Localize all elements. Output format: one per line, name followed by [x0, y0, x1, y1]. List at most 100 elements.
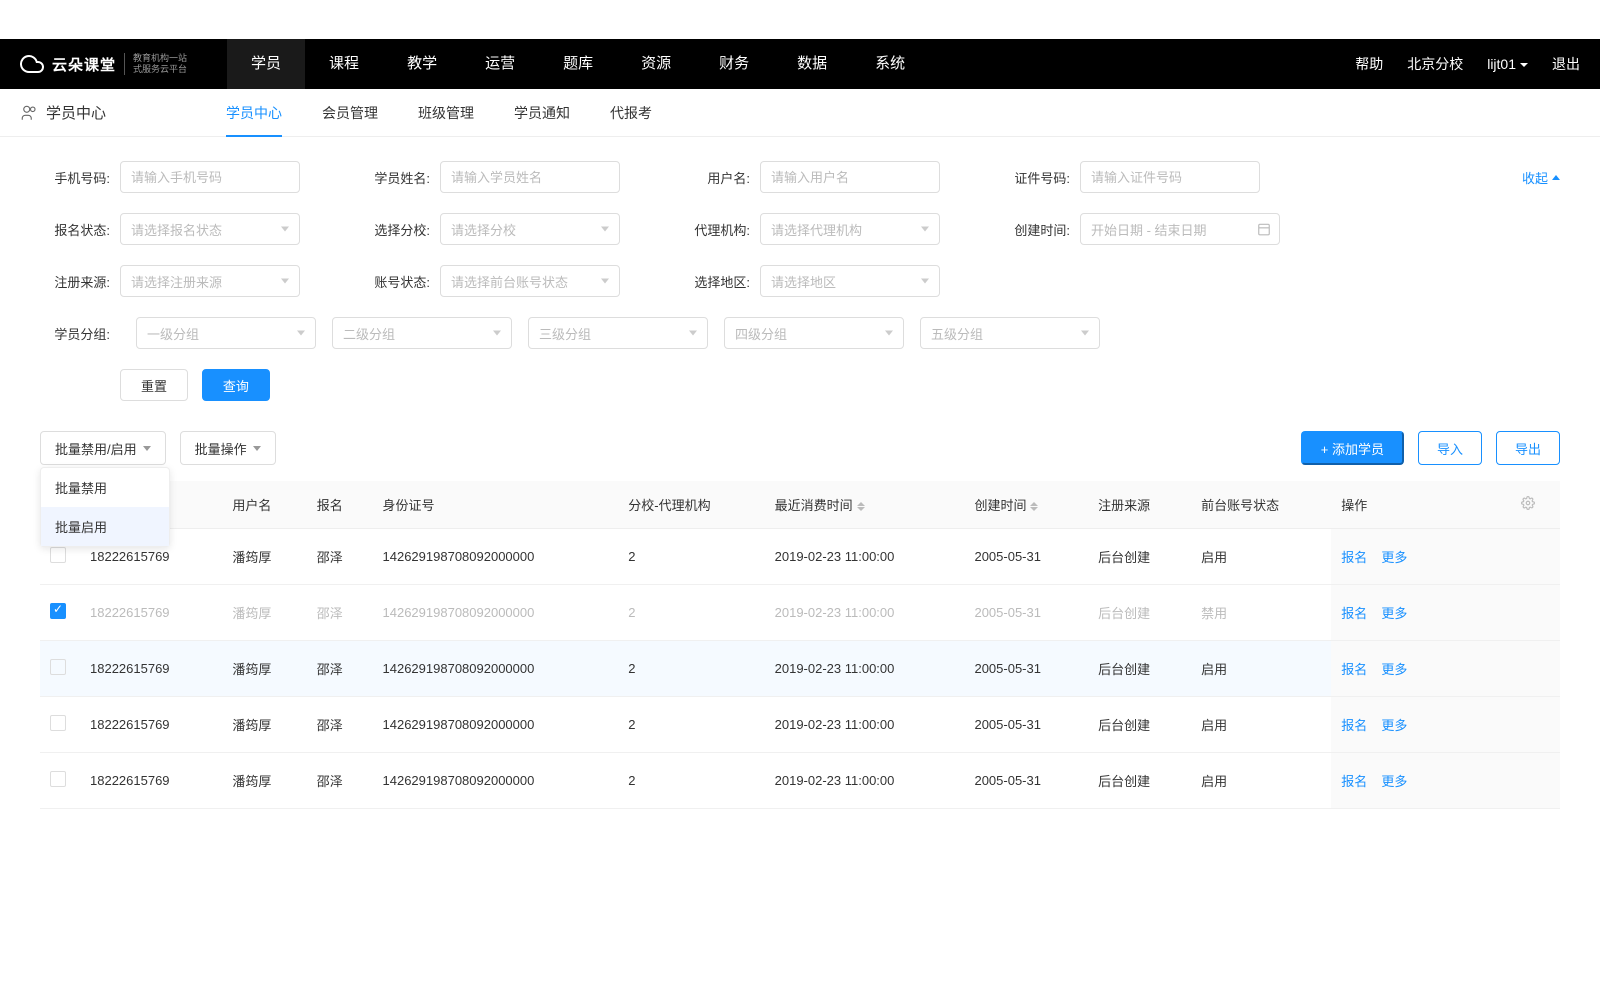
- group-2-select[interactable]: 二级分组: [332, 317, 512, 349]
- cell-phone: 18222615769: [80, 585, 222, 641]
- cell-last-spend: 2019-02-23 11:00:00: [765, 697, 965, 753]
- agency-select[interactable]: 请选择代理机构: [760, 213, 940, 245]
- cell-create-time: 2005-05-31: [964, 697, 1088, 753]
- cell-id: 142629198708092000000: [373, 753, 619, 809]
- acct-status-select[interactable]: 请选择前台账号状态: [440, 265, 620, 297]
- subnav-tab-2[interactable]: 班级管理: [418, 89, 474, 137]
- nav-item-4[interactable]: 题库: [539, 39, 617, 89]
- user-icon: [20, 104, 38, 122]
- op-more-link[interactable]: 更多: [1381, 718, 1407, 733]
- phone-label: 手机号码:: [40, 168, 110, 187]
- op-enroll-link[interactable]: 报名: [1341, 718, 1367, 733]
- name-input[interactable]: [440, 161, 620, 193]
- create-time-label: 创建时间:: [1000, 220, 1070, 239]
- nav-item-5[interactable]: 资源: [617, 39, 695, 89]
- group-4-select[interactable]: 四级分组: [724, 317, 904, 349]
- cell-last-spend: 2019-02-23 11:00:00: [765, 529, 965, 585]
- brand-subtitle: 教育机构一站式服务云平台: [124, 53, 187, 75]
- cell-username: 潘筠厚: [222, 753, 306, 809]
- op-enroll-link[interactable]: 报名: [1341, 606, 1367, 621]
- topbar-right: 帮助 北京分校 lijt01 退出: [1355, 54, 1580, 74]
- brand-name: 云朵课堂: [52, 54, 116, 75]
- sort-icon: [857, 502, 865, 511]
- region-select[interactable]: 请选择地区: [760, 265, 940, 297]
- subnav-tab-1[interactable]: 会员管理: [322, 89, 378, 137]
- logout-link[interactable]: 退出: [1552, 54, 1580, 74]
- help-link[interactable]: 帮助: [1355, 54, 1383, 74]
- bulk-ops-dropdown[interactable]: 批量操作: [180, 431, 276, 465]
- th-create-time[interactable]: 创建时间: [964, 481, 1088, 529]
- filter-panel: 手机号码: 学员姓名: 用户名: 证件号码: 收起 报名状态:请选择报名状态 选…: [0, 137, 1600, 401]
- op-enroll-link[interactable]: 报名: [1341, 662, 1367, 677]
- phone-input[interactable]: [120, 161, 300, 193]
- search-button[interactable]: 查询: [202, 369, 270, 401]
- cell-id: 142629198708092000000: [373, 641, 619, 697]
- op-enroll-link[interactable]: 报名: [1341, 550, 1367, 565]
- create-time-picker[interactable]: 开始日期 - 结束日期: [1080, 213, 1280, 245]
- nav-item-1[interactable]: 课程: [305, 39, 383, 89]
- caret-down-icon: [1520, 63, 1528, 67]
- cell-enroll: 邵泽: [307, 585, 373, 641]
- bulk-enable-item[interactable]: 批量启用: [41, 507, 169, 546]
- sort-icon: [1030, 502, 1038, 511]
- nav-item-7[interactable]: 数据: [773, 39, 851, 89]
- cell-enroll: 邵泽: [307, 529, 373, 585]
- op-more-link[interactable]: 更多: [1381, 606, 1407, 621]
- username-input[interactable]: [760, 161, 940, 193]
- branch-selector[interactable]: 北京分校: [1407, 54, 1463, 74]
- group-3-select[interactable]: 三级分组: [528, 317, 708, 349]
- cell-branch: 2: [618, 641, 764, 697]
- enroll-status-select[interactable]: 请选择报名状态: [120, 213, 300, 245]
- cell-phone: 18222615769: [80, 697, 222, 753]
- nav-item-0[interactable]: 学员: [227, 39, 305, 89]
- cell-reg-source: 后台创建: [1088, 753, 1191, 809]
- add-student-button[interactable]: + 添加学员: [1301, 431, 1404, 465]
- op-enroll-link[interactable]: 报名: [1341, 774, 1367, 789]
- export-button[interactable]: 导出: [1496, 431, 1560, 465]
- cell-acct-status: 禁用: [1191, 585, 1331, 641]
- cell-username: 潘筠厚: [222, 585, 306, 641]
- subnav-tab-3[interactable]: 学员通知: [514, 89, 570, 137]
- group-1-select[interactable]: 一级分组: [136, 317, 316, 349]
- nav-item-8[interactable]: 系统: [851, 39, 929, 89]
- idnum-input[interactable]: [1080, 161, 1260, 193]
- bulk-disable-item[interactable]: 批量禁用: [41, 468, 169, 507]
- row-checkbox[interactable]: [50, 547, 66, 563]
- cell-last-spend: 2019-02-23 11:00:00: [765, 641, 965, 697]
- enroll-status-label: 报名状态:: [40, 220, 110, 239]
- reset-button[interactable]: 重置: [120, 369, 188, 401]
- th-acct-status: 前台账号状态: [1191, 481, 1331, 529]
- cell-id: 142629198708092000000: [373, 529, 619, 585]
- cell-create-time: 2005-05-31: [964, 753, 1088, 809]
- user-menu[interactable]: lijt01: [1487, 56, 1528, 72]
- gear-icon[interactable]: [1521, 496, 1535, 510]
- nav-item-6[interactable]: 财务: [695, 39, 773, 89]
- import-button[interactable]: 导入: [1418, 431, 1482, 465]
- group-5-select[interactable]: 五级分组: [920, 317, 1100, 349]
- toolbar: 批量禁用/启用 批量操作 批量禁用 批量启用 + 添加学员 导入 导出: [0, 431, 1600, 481]
- op-more-link[interactable]: 更多: [1381, 774, 1407, 789]
- student-table: 用户名 报名 身份证号 分校-代理机构 最近消费时间 创建时间 注册来源 前台账…: [40, 481, 1560, 809]
- branch-select[interactable]: 请选择分校: [440, 213, 620, 245]
- collapse-toggle[interactable]: 收起: [1522, 168, 1560, 187]
- table-container: 用户名 报名 身份证号 分校-代理机构 最近消费时间 创建时间 注册来源 前台账…: [0, 481, 1600, 809]
- subnav-tab-0[interactable]: 学员中心: [226, 89, 282, 137]
- th-last-spend[interactable]: 最近消费时间: [765, 481, 965, 529]
- op-more-link[interactable]: 更多: [1381, 662, 1407, 677]
- row-checkbox[interactable]: [50, 603, 66, 619]
- cell-id: 142629198708092000000: [373, 585, 619, 641]
- nav-item-2[interactable]: 教学: [383, 39, 461, 89]
- table-row: 18222615769 潘筠厚 邵泽 142629198708092000000…: [40, 585, 1560, 641]
- logo: 云朵课堂 教育机构一站式服务云平台: [20, 52, 187, 76]
- subnav-tab-4[interactable]: 代报考: [610, 89, 652, 137]
- row-checkbox[interactable]: [50, 771, 66, 787]
- cell-username: 潘筠厚: [222, 641, 306, 697]
- bulk-toggle-dropdown[interactable]: 批量禁用/启用: [40, 431, 166, 465]
- cell-last-spend: 2019-02-23 11:00:00: [765, 585, 965, 641]
- reg-source-select[interactable]: 请选择注册来源: [120, 265, 300, 297]
- op-more-link[interactable]: 更多: [1381, 550, 1407, 565]
- th-enroll: 报名: [307, 481, 373, 529]
- nav-item-3[interactable]: 运营: [461, 39, 539, 89]
- row-checkbox[interactable]: [50, 715, 66, 731]
- row-checkbox[interactable]: [50, 659, 66, 675]
